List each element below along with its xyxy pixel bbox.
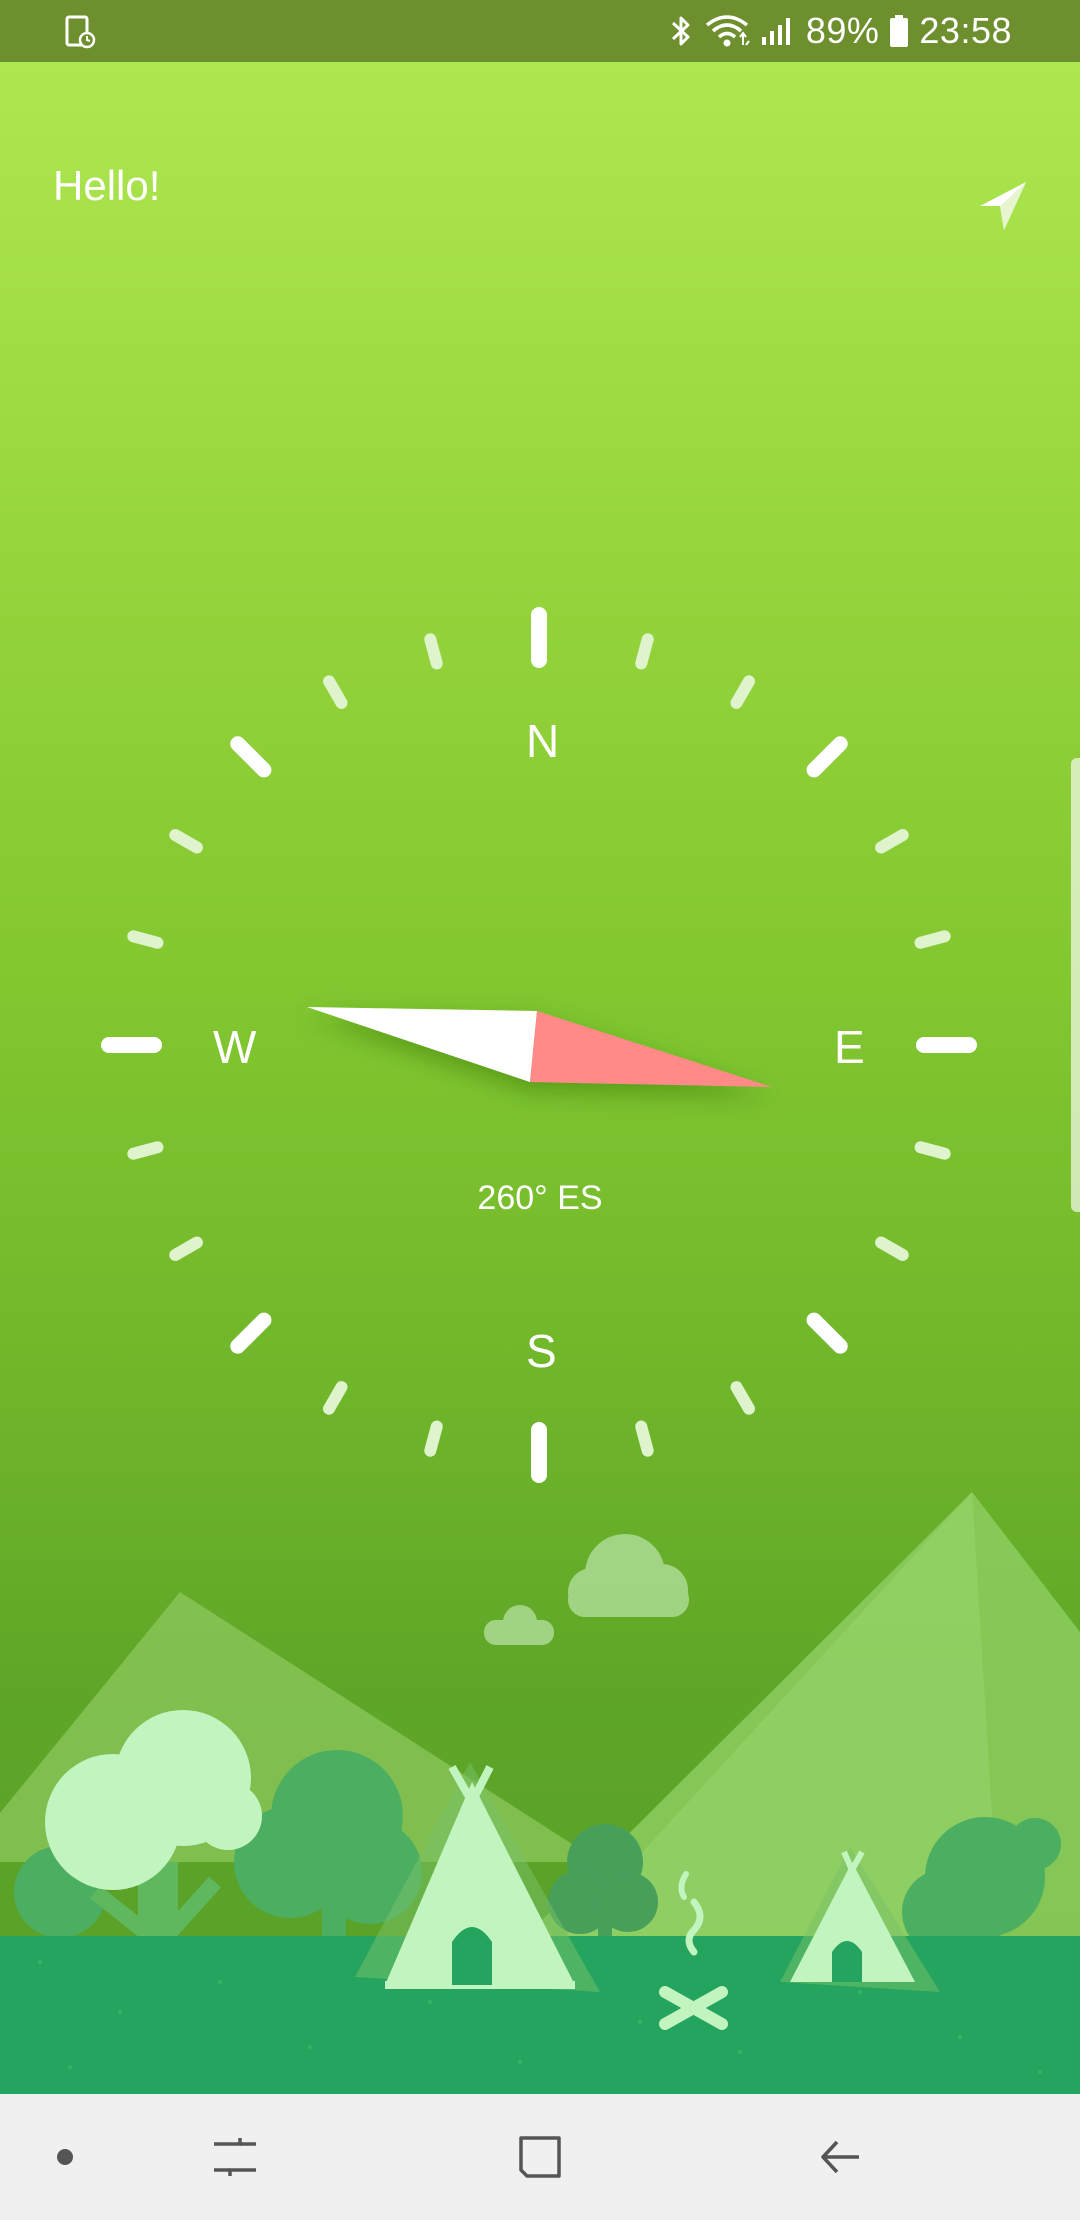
recents-button[interactable] <box>190 2094 280 2220</box>
back-icon <box>821 2140 859 2174</box>
nav-dot-button[interactable] <box>30 2094 100 2220</box>
bluetooth-icon <box>671 16 690 46</box>
home-icon <box>519 2136 561 2178</box>
wifi-icon <box>705 15 750 47</box>
recents-icon <box>214 2138 256 2176</box>
home-button[interactable] <box>490 2094 590 2220</box>
status-bar: 89% 23:58 <box>0 0 1080 62</box>
battery-percent: 89% <box>805 10 880 51</box>
compass-screen: Hello! N E S W 260° ES <box>0 62 1080 2094</box>
landscape-illustration <box>0 1492 1080 2094</box>
screen-timer-icon <box>65 15 96 49</box>
back-button[interactable] <box>790 2094 890 2220</box>
battery-icon <box>890 15 909 47</box>
signal-icon <box>761 18 790 45</box>
cloud-large <box>568 1534 689 1617</box>
dot-icon <box>57 2149 73 2165</box>
cloud-small <box>484 1605 554 1645</box>
status-time: 23:58 <box>919 10 1012 51</box>
system-navigation-bar <box>0 2094 1080 2220</box>
